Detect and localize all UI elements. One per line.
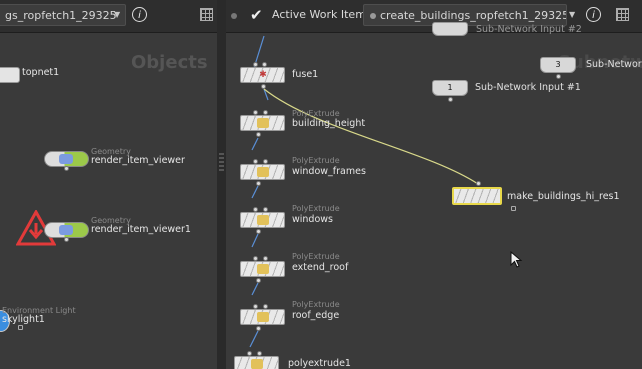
grid-view-icon[interactable]	[200, 8, 213, 21]
polyextrude-node-icon[interactable]	[240, 115, 285, 131]
node-name: Sub-Network Input #2	[476, 24, 582, 35]
polyextrude-node-icon[interactable]	[234, 356, 279, 369]
subnet-node-icon[interactable]	[452, 187, 502, 205]
output-port[interactable]	[256, 278, 261, 283]
pane-header: gs_ropfetch1_29325 ▼ i	[0, 0, 217, 33]
splitter-grip[interactable]	[219, 153, 224, 173]
node-name: render_item_viewer1	[91, 224, 191, 235]
grid-view-icon[interactable]	[616, 8, 629, 21]
polyextrude-icon	[257, 118, 269, 128]
display-flag-icon	[59, 154, 73, 164]
fuse-icon: ✱	[259, 70, 267, 80]
node-name: render_item_viewer	[91, 155, 185, 166]
node-type-label: PolyExtrude	[292, 300, 340, 309]
chevron-down-icon[interactable]: ▼	[114, 4, 120, 26]
node-name: skylight1	[2, 314, 45, 325]
node-name: make_buildings_hi_res1	[507, 191, 620, 202]
subnet-input-index: 1	[447, 83, 453, 92]
output-port[interactable]	[256, 229, 261, 234]
node-name: Sub-Network	[586, 59, 642, 70]
polyextrude-icon	[257, 264, 269, 274]
check-icon[interactable]: ✔	[250, 6, 263, 24]
node-name: topnet1	[22, 67, 60, 78]
node-type-label: PolyExtrude	[292, 156, 340, 165]
polyextrude-node-icon[interactable]	[240, 164, 285, 180]
node-name: window_frames	[292, 166, 366, 177]
polyextrude-icon	[257, 167, 269, 177]
active-work-item-label: Active Work Item:	[272, 8, 370, 21]
node-name: polyextrude1	[288, 358, 351, 369]
status-dot-icon	[370, 13, 376, 19]
output-port[interactable]	[256, 132, 261, 137]
node-name: roof_edge	[292, 310, 340, 321]
info-icon[interactable]: i	[586, 7, 601, 22]
output-port[interactable]	[261, 84, 266, 89]
polyextrude-node-icon[interactable]	[240, 309, 285, 325]
polyextrude-node-icon[interactable]	[240, 261, 285, 277]
input-port[interactable]	[476, 181, 481, 186]
output-port[interactable]	[448, 97, 453, 102]
subnet-input-icon[interactable]: 3	[540, 57, 576, 73]
network-pane-objects[interactable]: gs_ropfetch1_29325 ▼ i Objects topnet1 G…	[0, 0, 217, 369]
lock-icon	[511, 206, 516, 211]
polyextrude-icon	[251, 359, 263, 369]
subnet-input-icon[interactable]: 1	[432, 80, 468, 96]
polyextrude-icon	[257, 312, 269, 322]
output-port[interactable]	[64, 166, 69, 171]
pane-dot-icon	[231, 13, 237, 19]
network-path-label: gs_ropfetch1_29325	[5, 9, 117, 22]
node-name: windows	[292, 214, 333, 225]
info-icon[interactable]: i	[132, 7, 147, 22]
network-context-label: Objects	[131, 52, 208, 73]
output-port[interactable]	[256, 181, 261, 186]
output-port[interactable]	[64, 237, 69, 242]
fuse-node-icon[interactable]: ✱	[240, 67, 285, 83]
output-port[interactable]	[256, 326, 261, 331]
mouse-cursor-icon	[510, 251, 523, 268]
pane-splitter[interactable]	[217, 0, 226, 369]
geometry-node-icon[interactable]	[44, 151, 89, 167]
subnet-input-index: 3	[555, 60, 561, 69]
network-path-dropdown[interactable]: gs_ropfetch1_29325	[0, 4, 126, 26]
node-type-label: PolyExtrude	[292, 204, 340, 213]
display-flag-icon	[59, 225, 73, 235]
network-path-label: create_buildings_ropfetch1_29325	[380, 9, 567, 22]
chevron-down-icon[interactable]: ▼	[569, 4, 575, 26]
lock-icon	[18, 325, 23, 330]
node-type-label: PolyExtrude	[292, 109, 340, 118]
polyextrude-icon	[257, 215, 269, 225]
subnet-input-icon[interactable]	[432, 22, 468, 36]
geometry-node-icon[interactable]	[44, 222, 89, 238]
node-name: building_height	[292, 118, 366, 129]
output-port[interactable]	[556, 74, 561, 79]
topnet-node-icon[interactable]	[0, 67, 20, 83]
node-name: Sub-Network Input #1	[475, 82, 581, 93]
node-name: fuse1	[292, 69, 319, 80]
polyextrude-node-icon[interactable]	[240, 212, 285, 228]
network-pane-subnetwork[interactable]: ✔ Active Work Item: create_buildings_rop…	[226, 0, 642, 369]
node-name: extend_roof	[292, 262, 349, 273]
node-type-label: PolyExtrude	[292, 252, 340, 261]
